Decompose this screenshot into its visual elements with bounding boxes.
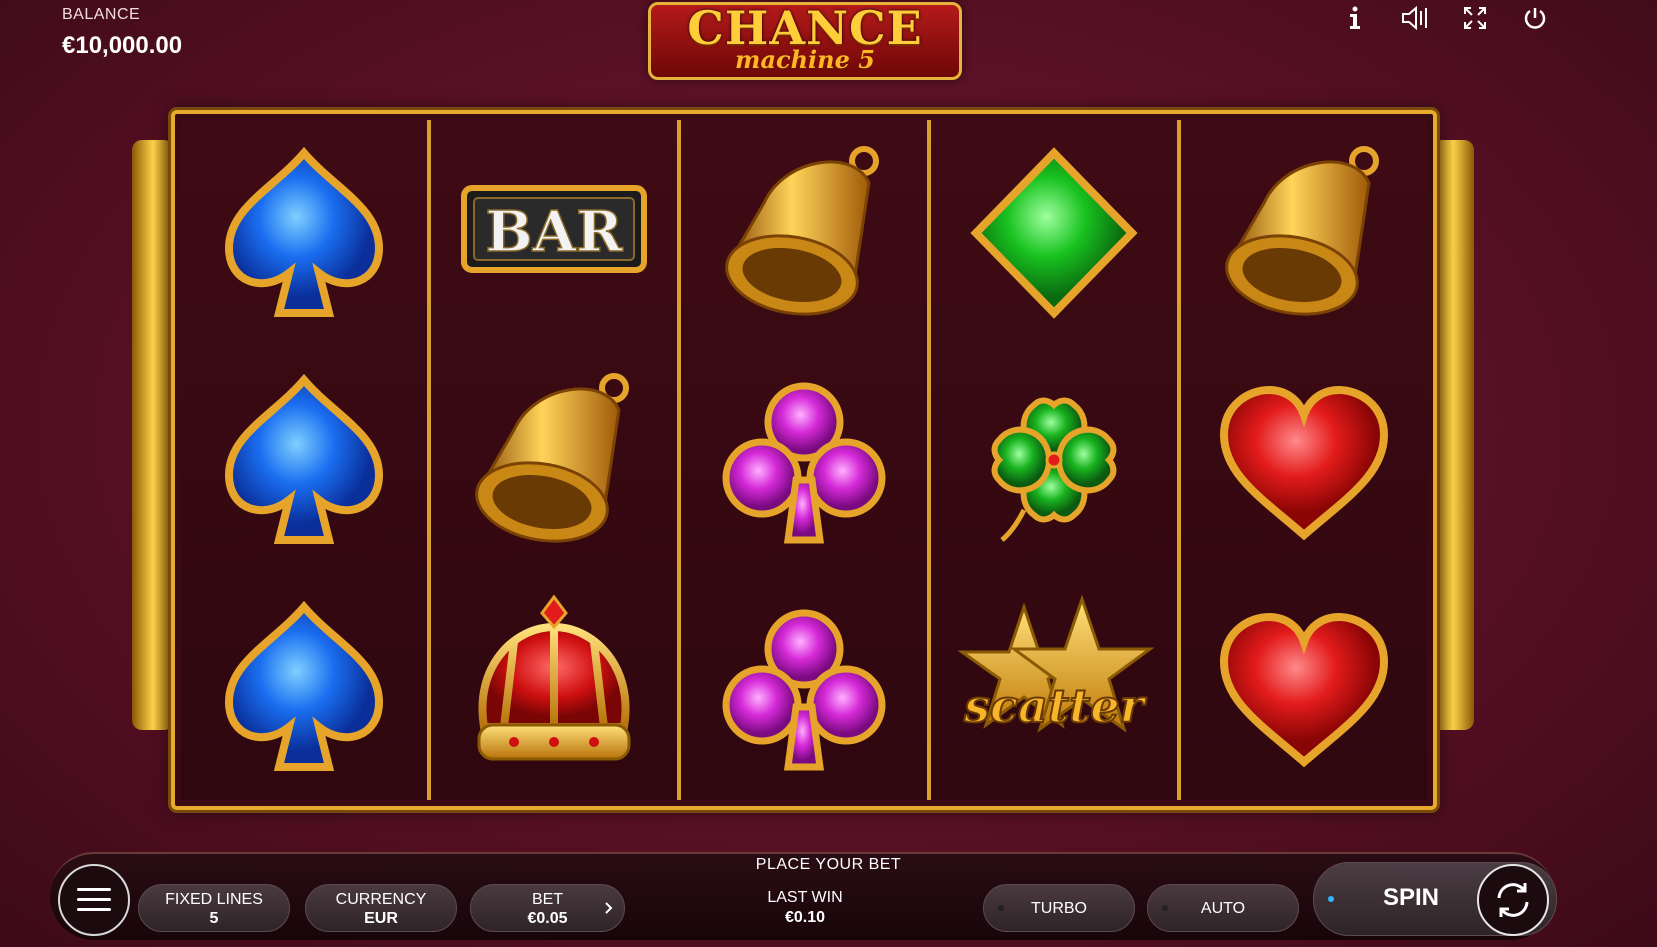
fixed-lines-display: FIXED LINES 5 xyxy=(138,884,290,932)
power-icon[interactable] xyxy=(1521,4,1549,32)
bell-icon xyxy=(1225,146,1379,316)
spin-indicator xyxy=(1328,896,1334,902)
symbol-spade xyxy=(181,573,427,800)
crown-icon xyxy=(477,594,631,761)
club-icon xyxy=(722,382,886,544)
turbo-label: TURBO xyxy=(1031,900,1087,917)
reel-4: scatter xyxy=(931,120,1181,800)
chevron-right-icon[interactable] xyxy=(604,901,614,915)
auto-button[interactable]: AUTO xyxy=(1147,884,1299,932)
symbol-bell xyxy=(681,120,927,347)
balance-label: BALANCE xyxy=(62,6,141,23)
spin-label[interactable]: SPIN xyxy=(1383,884,1439,912)
symbol-crown xyxy=(431,573,677,800)
last-win-value: €0.10 xyxy=(784,909,826,926)
symbol-diamond xyxy=(931,120,1177,347)
info-icon[interactable] xyxy=(1341,4,1369,32)
bell-icon xyxy=(725,146,879,316)
reels-grid: BAR scatter xyxy=(181,120,1427,800)
last-win-label: LAST WIN xyxy=(767,889,843,906)
bell-icon xyxy=(475,373,629,543)
symbol-heart xyxy=(1181,573,1427,800)
spade-icon xyxy=(224,600,384,771)
fixed-lines-value: 5 xyxy=(209,910,219,927)
frame-side-left xyxy=(132,140,174,730)
balance-value: €10,000.00 xyxy=(62,32,183,59)
game-logo: CHANCE machine 5 xyxy=(648,2,962,80)
clover-icon xyxy=(991,397,1117,542)
heart-icon xyxy=(1219,385,1389,541)
symbol-scatter: scatter xyxy=(931,573,1177,800)
hamburger-icon xyxy=(77,888,111,911)
menu-button[interactable] xyxy=(58,864,130,936)
bet-value: €0.05 xyxy=(527,910,568,927)
svg-text:scatter: scatter xyxy=(963,679,1147,733)
fixed-lines-label: FIXED LINES xyxy=(165,891,263,908)
club-icon xyxy=(722,609,886,771)
reel-5 xyxy=(1181,120,1427,800)
spin-button[interactable] xyxy=(1477,864,1549,936)
symbol-bell xyxy=(1181,120,1427,347)
turbo-button[interactable]: TURBO xyxy=(983,884,1135,932)
symbol-club xyxy=(681,347,927,574)
reel-1 xyxy=(181,120,431,800)
currency-label: CURRENCY xyxy=(335,891,427,908)
symbol-spade xyxy=(181,120,427,347)
top-toolbar xyxy=(1341,4,1549,32)
scatter-icon: scatter xyxy=(957,594,1154,734)
bet-label: BET xyxy=(531,891,564,908)
auto-indicator xyxy=(1162,905,1168,911)
bar-icon: BAR xyxy=(461,185,647,274)
currency-display: CURRENCY EUR xyxy=(305,884,457,932)
reel-frame: BAR scatter xyxy=(171,110,1437,810)
symbol-club xyxy=(681,573,927,800)
balance-display: BALANCE €10,000.00 xyxy=(62,6,182,60)
frame-side-right xyxy=(1432,140,1474,730)
currency-value: EUR xyxy=(364,910,398,927)
svg-text:BAR: BAR xyxy=(485,199,623,265)
symbol-bar: BAR xyxy=(431,120,677,347)
heart-icon xyxy=(1219,612,1389,767)
last-win-display: LAST WIN €0.10 xyxy=(760,888,850,928)
reel-2: BAR xyxy=(431,120,681,800)
turbo-indicator xyxy=(998,905,1004,911)
diamond-icon xyxy=(970,147,1138,320)
reel-3 xyxy=(681,120,931,800)
symbol-spade xyxy=(181,347,427,574)
sound-icon[interactable] xyxy=(1401,4,1429,32)
symbol-clover xyxy=(931,347,1177,574)
symbol-heart xyxy=(1181,347,1427,574)
bet-selector[interactable]: BET €0.05 xyxy=(470,884,625,932)
symbol-bell xyxy=(431,347,677,574)
fullscreen-icon[interactable] xyxy=(1461,4,1489,32)
spade-icon xyxy=(224,147,384,318)
spade-icon xyxy=(224,373,384,544)
auto-label: AUTO xyxy=(1200,900,1246,917)
refresh-icon xyxy=(1497,883,1529,917)
